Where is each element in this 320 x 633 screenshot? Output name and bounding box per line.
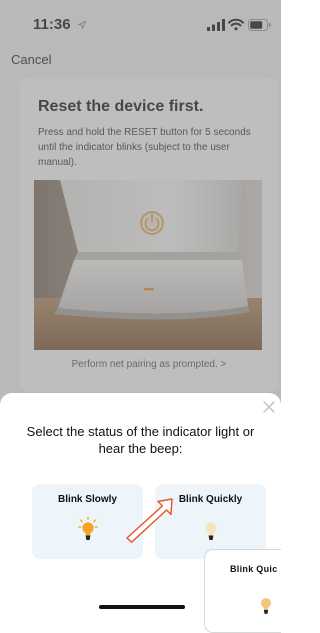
zoom-label: Blink Quic bbox=[230, 564, 278, 574]
zoomed-blink-quickly-callout: Blink Quic bbox=[204, 549, 281, 633]
sheet-title: Select the status of the indicator light… bbox=[26, 424, 255, 456]
close-icon[interactable] bbox=[263, 401, 275, 413]
pointer-arrow-icon bbox=[126, 498, 173, 543]
lightbulb-off-icon bbox=[260, 598, 272, 614]
home-indicator bbox=[99, 605, 185, 609]
lightbulb-on-icon bbox=[78, 516, 98, 540]
lightbulb-off-icon bbox=[205, 522, 217, 540]
